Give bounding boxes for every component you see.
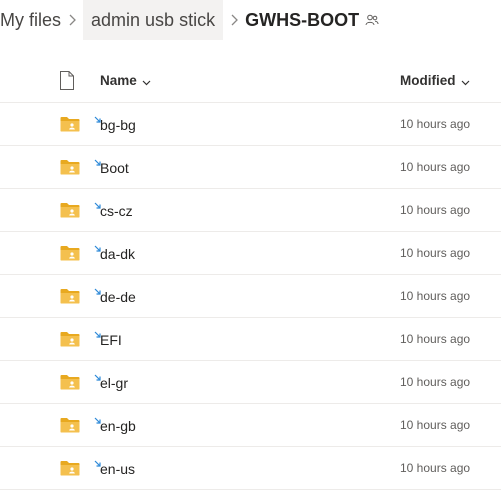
row-modified: 10 hours ago (400, 246, 471, 260)
row-name[interactable]: da-dk (100, 232, 135, 274)
table-row[interactable]: Boot 10 hours ago (0, 146, 501, 189)
shared-folder-icon (60, 202, 80, 218)
row-name[interactable]: cs-cz (100, 189, 133, 231)
table-row[interactable]: en-gb 10 hours ago (0, 404, 501, 447)
row-modified: 10 hours ago (400, 117, 471, 131)
column-header-modified-label: Modified (400, 73, 456, 88)
table-row[interactable]: da-dk 10 hours ago (0, 232, 501, 275)
shared-folder-icon (60, 288, 80, 304)
row-modified: 10 hours ago (400, 332, 471, 346)
shared-folder-icon (60, 245, 80, 261)
chevron-right-icon (61, 0, 83, 40)
row-name[interactable]: bg-bg (100, 103, 136, 145)
table-row[interactable]: de-de 10 hours ago (0, 275, 501, 318)
row-modified: 10 hours ago (400, 461, 471, 475)
row-modified: 10 hours ago (400, 289, 471, 303)
table-row[interactable]: el-gr 10 hours ago (0, 361, 501, 404)
chevron-down-icon (142, 60, 151, 103)
shared-folder-icon (60, 159, 80, 175)
file-list: bg-bg 10 hours ago Boot 10 hours ago cs-… (0, 103, 501, 490)
column-header-modified[interactable]: Modified (400, 59, 470, 102)
row-name[interactable]: EFI (100, 318, 122, 360)
row-name[interactable]: Boot (100, 146, 129, 188)
file-browser: My files admin usb stick GWHS-BOOT Name … (0, 0, 501, 495)
breadcrumb-current-folder: GWHS-BOOT (245, 10, 360, 30)
shared-folder-icon (60, 374, 80, 390)
shared-folder-icon (60, 331, 80, 347)
breadcrumb-my-files[interactable]: My files (0, 0, 61, 40)
row-modified: 10 hours ago (400, 418, 471, 432)
row-modified: 10 hours ago (400, 203, 471, 217)
row-modified: 10 hours ago (400, 375, 471, 389)
row-name[interactable]: de-de (100, 275, 136, 317)
table-row[interactable]: en-us 10 hours ago (0, 447, 501, 490)
list-header: Name Modified (0, 59, 501, 103)
row-modified: 10 hours ago (400, 160, 471, 174)
row-name[interactable]: en-gb (100, 404, 136, 446)
shared-people-icon[interactable] (365, 0, 379, 40)
breadcrumb: My files admin usb stick GWHS-BOOT (0, 0, 379, 40)
column-header-name[interactable]: Name (100, 59, 151, 102)
chevron-down-icon (461, 60, 470, 103)
shared-folder-icon (60, 116, 80, 132)
file-icon (59, 71, 75, 90)
chevron-right-icon (223, 0, 245, 40)
row-name[interactable]: el-gr (100, 361, 128, 403)
breadcrumb-admin-usb-stick[interactable]: admin usb stick (83, 0, 224, 40)
shared-folder-icon (60, 460, 80, 476)
table-row[interactable]: bg-bg 10 hours ago (0, 103, 501, 146)
column-header-name-label: Name (100, 73, 137, 88)
table-row[interactable]: cs-cz 10 hours ago (0, 189, 501, 232)
table-row[interactable]: EFI 10 hours ago (0, 318, 501, 361)
shared-folder-icon (60, 417, 80, 433)
row-name[interactable]: en-us (100, 447, 135, 489)
